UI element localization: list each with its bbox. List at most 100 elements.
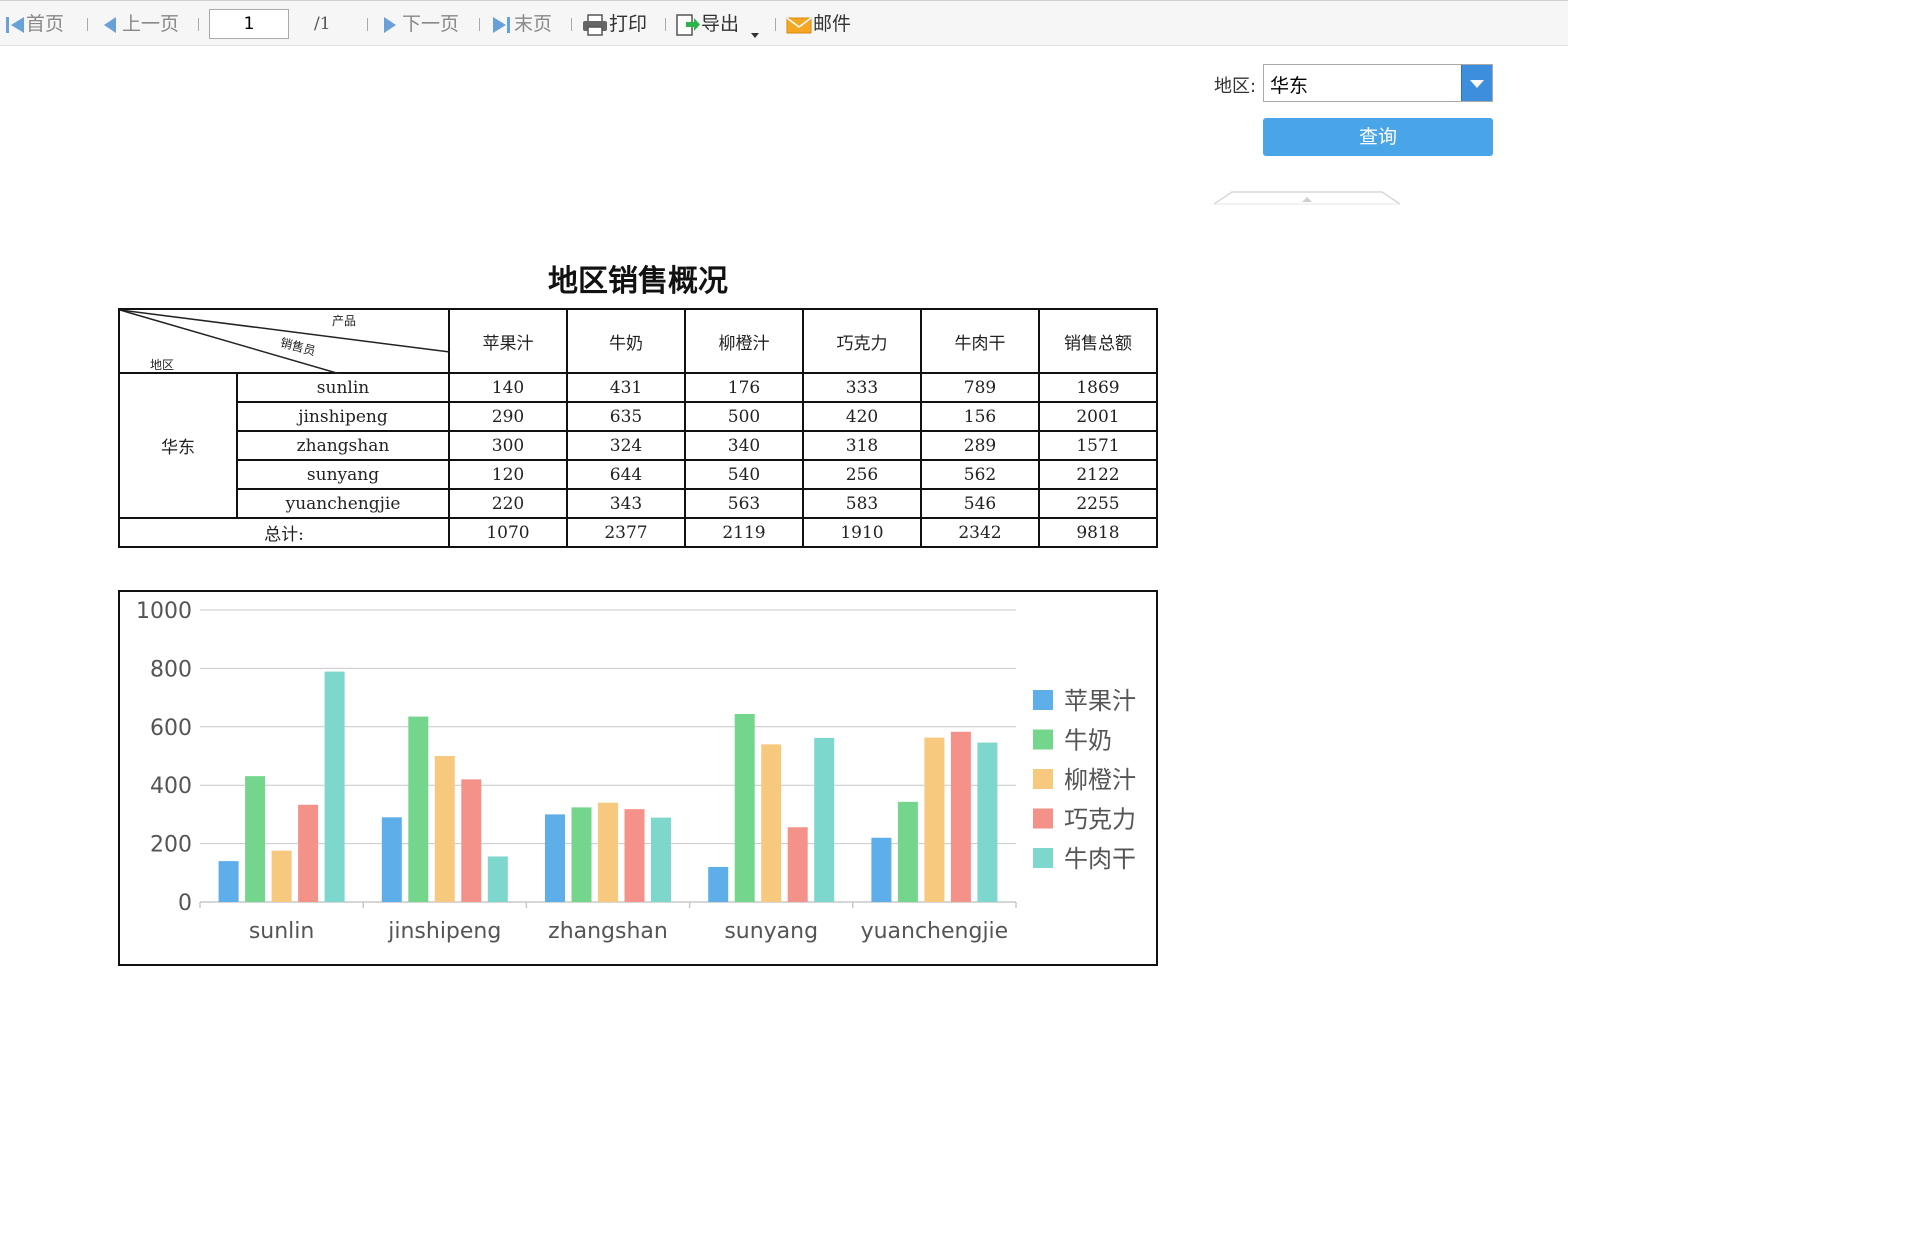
value-cell: 644 [566,459,686,490]
prev-page-button[interactable]: 上一页 [100,10,179,38]
value-cell: 546 [920,488,1040,519]
region-select-value: 华东 [1270,75,1309,97]
toolbar-divider [665,18,666,31]
bar [624,809,645,902]
bar [245,776,266,902]
value-cell: 120 [448,459,568,490]
salesperson-cell: sunlin [236,372,450,403]
query-button[interactable]: 查询 [1263,118,1493,156]
total-cell: 2122 [1038,459,1158,490]
bar [381,817,402,902]
value-cell: 333 [802,372,922,403]
legend-swatch [1033,848,1053,868]
value-cell: 431 [566,372,686,403]
bar [897,801,918,902]
value-cell: 156 [920,401,1040,432]
value-cell: 563 [684,488,804,519]
salesperson-cell: sunyang [236,459,450,490]
bar [545,814,565,902]
value-cell: 343 [566,488,686,519]
dropdown-arrow-icon[interactable] [1461,65,1492,101]
column-total: 2342 [920,517,1040,548]
legend-label: 牛奶 [1064,727,1112,755]
sales-chart: 0 200 400 600 800 1000 sunlin jinshipeng zhangsh… [118,590,1158,966]
bar [814,737,835,902]
value-cell: 420 [802,401,922,432]
total-cell: 1571 [1038,430,1158,461]
total-cell: 2255 [1038,488,1158,519]
bar [924,737,945,902]
legend-swatch [1033,690,1053,710]
x-tick-label: sunyang [724,919,818,944]
value-cell: 789 [920,372,1040,403]
first-page-label: 首页 [26,13,65,35]
y-tick-label: 400 [150,774,192,799]
page-number-input[interactable]: 1 [209,9,289,39]
table-row: yuanchengjie 220 343 563 583 546 2255 [119,488,1158,519]
region-select[interactable]: 华东 [1263,64,1493,102]
first-page-button[interactable]: 首页 [4,10,64,38]
column-header: 巧克力 [802,308,922,374]
bar [434,756,455,902]
next-page-icon [380,14,402,36]
last-page-label: 末页 [514,13,553,35]
header-corner-cell: 产品 销售员 地区 [118,308,450,374]
bar [950,731,971,902]
salesperson-cell: zhangshan [236,430,450,461]
legend-label: 巧克力 [1064,806,1136,834]
value-cell: 324 [566,430,686,461]
value-cell: 220 [448,488,568,519]
salesperson-cell: yuanchengjie [236,488,450,519]
bar [324,671,345,902]
value-cell: 140 [448,372,568,403]
next-page-label: 下一页 [402,13,460,35]
print-button[interactable]: 打印 [581,10,647,38]
bar [734,713,755,902]
value-cell: 300 [448,430,568,461]
column-header: 牛奶 [566,308,686,374]
column-total: 1070 [448,517,568,548]
export-button[interactable]: 导出 [675,10,761,38]
toolbar-divider [198,18,199,31]
last-page-button[interactable]: 末页 [490,10,552,38]
x-tick-label: zhangshan [548,919,668,944]
bar [487,856,508,902]
report-toolbar: 首页 上一页 1 /1 下一页 末页 打印 导出 邮件 [0,0,1568,46]
mail-label: 邮件 [813,13,852,35]
toolbar-divider [479,18,480,31]
y-tick-label: 0 [178,891,192,916]
value-cell: 340 [684,430,804,461]
y-tick-label: 600 [150,716,192,741]
column-header: 销售总额 [1038,308,1158,374]
prev-page-icon [100,14,122,36]
sales-table: 产品 销售员 地区 苹果汁 牛奶 柳橙汁 巧克力 牛肉干 销售总额 华东 sun… [118,308,1158,548]
export-icon [675,13,701,37]
value-cell: 635 [566,401,686,432]
value-cell: 290 [448,401,568,432]
toolbar-divider [571,18,572,31]
salesperson-cell: jinshipeng [236,401,450,432]
toolbar-divider [367,18,368,31]
bar [461,779,482,902]
bar [218,861,239,902]
toolbar-divider [87,18,88,31]
value-cell: 256 [802,459,922,490]
grand-total: 9818 [1038,517,1158,548]
table-total-row: 总计: 1070 2377 2119 1910 2342 9818 [118,517,1158,548]
table-row: 华东 sunlin 140 431 176 333 789 1869 [118,372,1158,519]
chevron-down-icon [749,20,761,38]
mail-button[interactable]: 邮件 [785,10,851,38]
column-total: 2377 [566,517,686,548]
bar-chart-svg: 0 200 400 600 800 1000 sunlin jinshipeng zhangsh… [136,599,1136,944]
collapse-up-icon [1213,191,1401,205]
page-total: /1 [314,14,331,34]
table-row: zhangshan 300 324 340 318 289 1571 [119,430,1158,461]
table-row: sunyang 120 644 540 256 562 2122 [119,459,1158,490]
header-product: 产品 [332,314,357,328]
collapse-panel-handle[interactable] [1213,190,1401,206]
bar [977,742,998,902]
x-tick-label: jinshipeng [387,919,501,944]
next-page-button[interactable]: 下一页 [380,10,459,38]
value-cell: 289 [920,430,1040,461]
report-title: 地区销售概况 [548,264,728,299]
